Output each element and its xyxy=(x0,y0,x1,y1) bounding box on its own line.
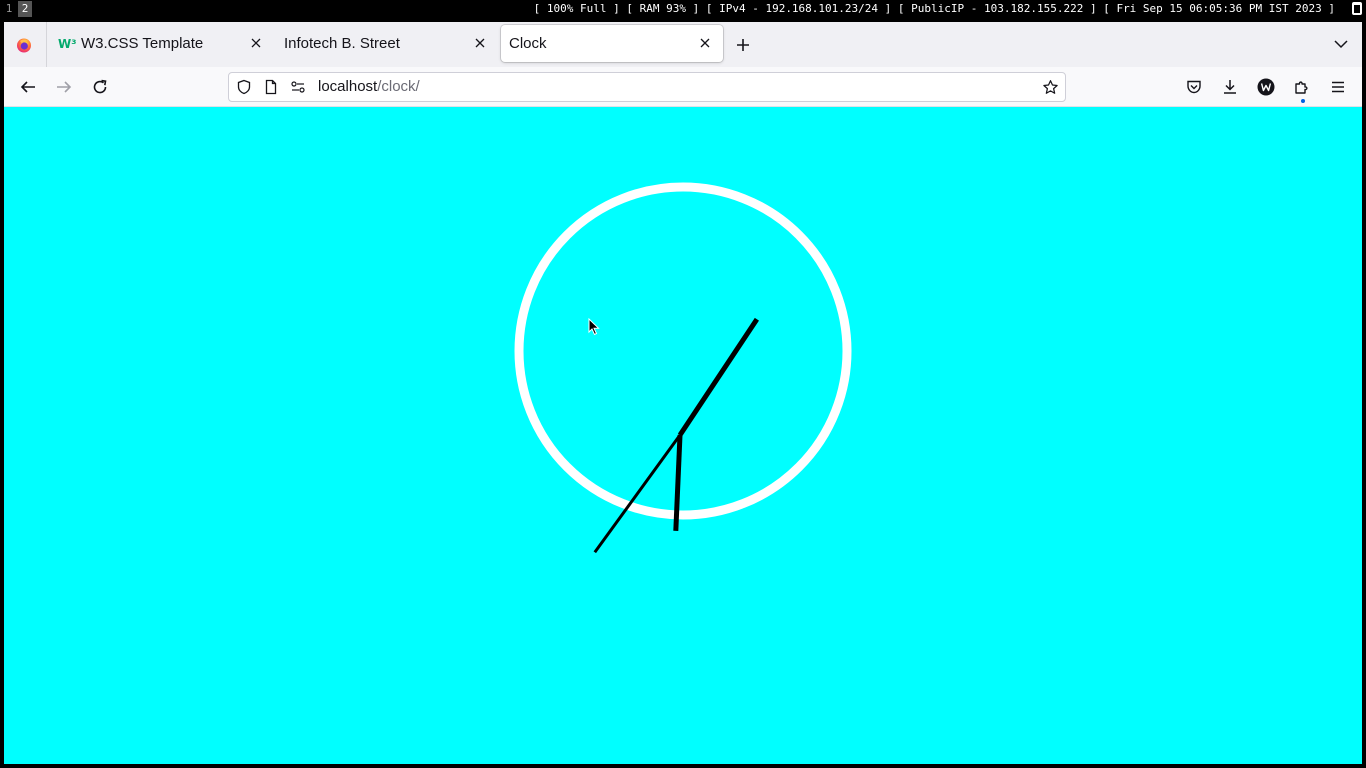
desktop-status-bar: 1 2 [ 100% Full ] [ RAM 93% ] [ IPv4 - 1… xyxy=(0,0,1366,18)
tracking-protection-shield-icon[interactable] xyxy=(236,79,252,95)
url-text[interactable]: localhost/clock/ xyxy=(318,73,420,101)
navigation-toolbar: localhost/clock/ xyxy=(4,67,1362,107)
account-avatar-icon[interactable] xyxy=(1257,78,1275,96)
new-tab-plus-icon[interactable] xyxy=(735,37,751,53)
mouse-pointer-icon xyxy=(588,318,600,336)
close-tab-icon[interactable] xyxy=(250,37,262,49)
clipboard-icon[interactable] xyxy=(1352,2,1362,15)
tab-w3css-template[interactable]: W³ W3.CSS Template xyxy=(50,25,272,62)
firefox-logo-icon[interactable] xyxy=(16,37,32,53)
address-bar[interactable]: localhost/clock/ xyxy=(228,72,1066,102)
clock-minute-hand xyxy=(677,317,759,437)
forward-arrow-icon[interactable] xyxy=(55,78,73,96)
downloads-icon[interactable] xyxy=(1221,78,1239,96)
tab-bar: W³ W3.CSS Template Infotech B. Street Cl… xyxy=(4,22,1362,67)
hamburger-menu-icon[interactable] xyxy=(1329,78,1347,96)
page-content xyxy=(4,107,1362,764)
tab-title: W3.CSS Template xyxy=(81,35,204,52)
extensions-puzzle-icon[interactable] xyxy=(1293,78,1311,96)
pocket-icon[interactable] xyxy=(1185,78,1203,96)
system-status-text: [ 100% Full ] [ RAM 93% ] [ IPv4 - 192.1… xyxy=(533,2,1335,15)
tab-infotech-b-street[interactable]: Infotech B. Street xyxy=(276,25,500,62)
bookmark-star-icon[interactable] xyxy=(1042,79,1059,96)
tab-clock[interactable]: Clock xyxy=(501,25,723,62)
close-tab-icon[interactable] xyxy=(474,37,486,49)
analog-clock xyxy=(514,182,852,554)
list-all-tabs-chevron-icon[interactable] xyxy=(1334,39,1348,49)
url-host: localhost xyxy=(318,78,378,95)
w3schools-favicon-icon: W³ xyxy=(58,37,77,51)
extensions-badge-dot xyxy=(1301,99,1305,103)
close-tab-icon[interactable] xyxy=(699,37,711,49)
browser-window: W³ W3.CSS Template Infotech B. Street Cl… xyxy=(4,22,1362,764)
back-arrow-icon[interactable] xyxy=(19,78,37,96)
page-info-icon[interactable] xyxy=(263,79,279,95)
url-path: /clock/ xyxy=(377,78,420,95)
workspace-1-button[interactable]: 1 xyxy=(2,1,16,17)
reload-icon[interactable] xyxy=(91,78,109,96)
clock-face xyxy=(514,182,852,520)
tab-separator xyxy=(46,22,47,67)
tab-title: Clock xyxy=(509,35,547,52)
workspace-2-button[interactable]: 2 xyxy=(18,1,32,17)
permissions-icon[interactable] xyxy=(290,79,306,95)
tab-title: Infotech B. Street xyxy=(284,35,400,52)
